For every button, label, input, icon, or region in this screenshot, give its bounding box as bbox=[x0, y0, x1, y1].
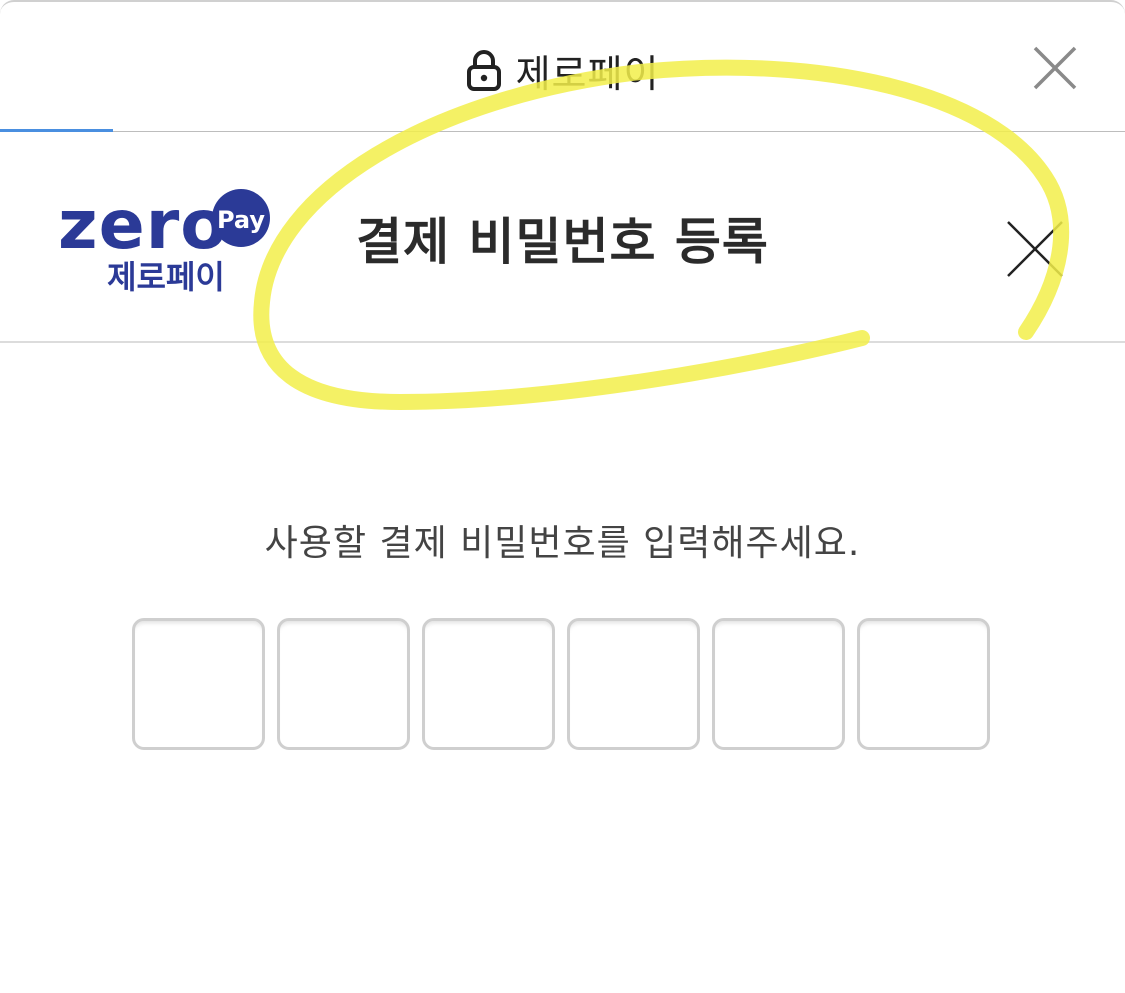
lock-icon bbox=[466, 50, 501, 91]
page-header: zero Pay 제로페이 결제 비밀번호 등록 bbox=[0, 132, 1125, 343]
app-frame: 제로페이 zero Pay 제로페이 결제 비밀번호 등록 사용할 결제 비밀번… bbox=[0, 0, 1125, 993]
page-title: 결제 비밀번호 등록 bbox=[356, 213, 769, 271]
close-icon[interactable] bbox=[1006, 220, 1064, 278]
pin-digit-box[interactable] bbox=[567, 618, 700, 750]
pin-digit-box[interactable] bbox=[422, 618, 555, 750]
pin-instruction: 사용할 결제 비밀번호를 입력해주세요. bbox=[264, 523, 861, 564]
pin-digit-box[interactable] bbox=[132, 618, 265, 750]
pin-digit-box[interactable] bbox=[712, 618, 845, 750]
pin-digit-box[interactable] bbox=[277, 618, 410, 750]
pin-digit-box[interactable] bbox=[857, 618, 990, 750]
pin-input-group bbox=[132, 618, 990, 750]
site-title: 제로페이 bbox=[515, 51, 660, 96]
site-title-group: 제로페이 bbox=[0, 42, 1125, 98]
close-icon[interactable] bbox=[1031, 44, 1079, 92]
top-bar: 제로페이 bbox=[0, 2, 1125, 132]
